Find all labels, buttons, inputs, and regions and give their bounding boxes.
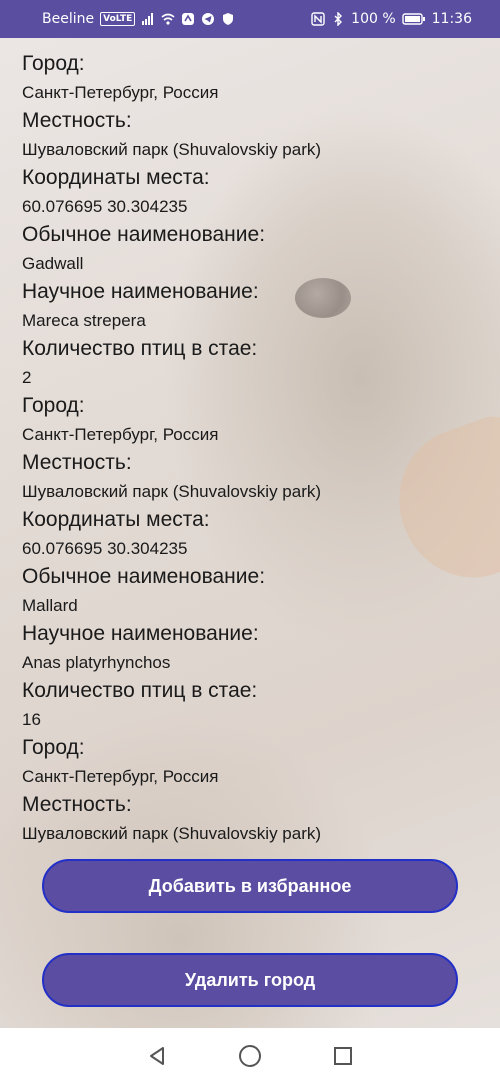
record-value: Шуваловский парк (Shuvalovskiy park) (22, 824, 322, 843)
record-label: Координаты места: (22, 508, 210, 531)
carrier-name: Beeline (42, 11, 95, 27)
record-label: Город: (22, 394, 85, 417)
record-value: Шуваловский парк (Shuvalovskiy park) (22, 140, 322, 159)
records-list: Город: Санкт-Петербург, Россия Местность: Ш… (22, 50, 490, 848)
record-value: Anas platyrhynchos (22, 653, 171, 672)
home-button[interactable] (235, 1041, 265, 1071)
status-right: 100 % 11:36 (311, 11, 472, 27)
record-value: Mallard (22, 596, 78, 615)
record-label: Научное наименование: (22, 280, 259, 303)
recents-button[interactable] (328, 1041, 358, 1071)
record-label: Город: (22, 52, 85, 75)
back-triangle-icon (149, 1046, 164, 1065)
battery-icon (401, 13, 425, 25)
recents-square-icon (334, 1046, 353, 1065)
vpn-icon (182, 13, 195, 25)
home-circle-icon (238, 1044, 261, 1067)
record-value: 16 (22, 710, 41, 729)
record-label: Город: (22, 736, 85, 759)
record-label: Обычное наименование: (22, 223, 266, 246)
shield-icon (223, 13, 234, 25)
record-label: Местность: (22, 451, 132, 474)
record-value: 2 (22, 368, 32, 387)
nfc-icon (311, 12, 325, 26)
signal-icon (142, 13, 154, 25)
telegram-icon (202, 13, 215, 25)
volte-badge: VoLTE (100, 12, 136, 26)
navigation-bar (0, 1028, 500, 1083)
record-label: Местность: (22, 793, 132, 816)
back-button[interactable] (142, 1041, 172, 1071)
clock: 11:36 (431, 11, 472, 27)
record-label: Научное наименование: (22, 622, 259, 645)
add-favorite-button[interactable]: Добавить в избранное (42, 859, 458, 913)
battery-percent: 100 % (351, 11, 396, 27)
record-label: Координаты места: (22, 166, 210, 189)
record-label: Обычное наименование: (22, 565, 266, 588)
record-value: Шуваловский парк (Shuvalovskiy park) (22, 482, 322, 501)
record-label: Количество птиц в стае: (22, 337, 258, 360)
main-content[interactable]: Город: Санкт-Петербург, Россия Местность: Ш… (0, 38, 500, 1028)
record-value: Санкт-Петербург, Россия (22, 767, 219, 786)
wifi-icon (161, 13, 175, 25)
record-value: 60.076695 30.304235 (22, 539, 188, 558)
record-value: 60.076695 30.304235 (22, 197, 188, 216)
record-label: Количество птиц в стае: (22, 679, 258, 702)
record-value: Санкт-Петербург, Россия (22, 83, 219, 102)
delete-city-button[interactable]: Удалить город (42, 953, 458, 1007)
record-value: Gadwall (22, 254, 84, 273)
record-value: Mareca strepera (22, 311, 146, 330)
bluetooth-icon (334, 12, 343, 26)
status-bar: Beeline VoLTE 100 % 11:36 (0, 0, 500, 38)
record-label: Местность: (22, 109, 132, 132)
record-value: Санкт-Петербург, Россия (22, 425, 219, 444)
status-left: Beeline VoLTE (42, 11, 235, 27)
